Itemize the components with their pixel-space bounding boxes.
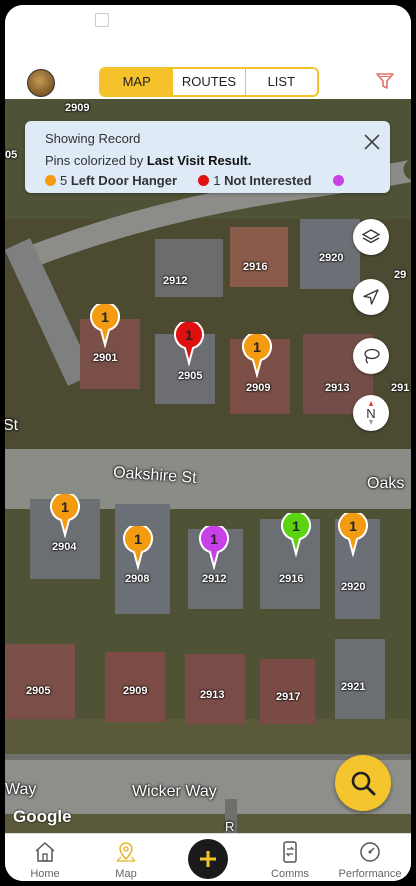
purple-dot-icon [332,175,344,186]
legend-title: Showing Record [45,131,141,146]
house-number: 29 [394,269,407,281]
bottom-nav: Home Map Comms Performance [5,833,411,881]
pin-count: 1 [253,339,261,355]
map-pin[interactable]: 1 [199,523,233,571]
house-number: 2916 [243,261,268,273]
orange-dot-icon [45,175,56,186]
house-number: 2913 [200,689,225,701]
layers-button[interactable] [353,219,389,255]
legend-items: 5 Left Door Hanger 1 Not Interested [45,173,348,188]
lasso-button[interactable] [353,338,389,374]
map-pin[interactable]: 1 [174,319,208,367]
house-number: 2920 [341,581,366,593]
search-icon [351,771,376,796]
add-button[interactable] [188,839,228,879]
map-pin[interactable]: 1 [338,510,372,558]
house-number: 2921 [341,681,366,693]
plus-icon [200,851,216,867]
house-number: 2917 [276,691,301,703]
house-number: 2909 [246,382,271,394]
navigation-arrow-icon [363,289,379,305]
app-screen: MAP ROUTES LIST 2909 05 2912 2916 2920 2… [5,5,411,881]
map-pin[interactable]: 1 [242,331,276,379]
pin-count: 1 [292,518,300,534]
house-number: 2920 [319,252,344,264]
street-label: R [225,819,235,833]
house-number: 2901 [93,352,118,364]
house-number: 2913 [325,382,350,394]
map-pin[interactable]: 1 [50,491,84,539]
app-header: MAP ROUTES LIST [5,35,411,103]
house-number: 05 [5,149,18,161]
red-dot-icon [198,175,210,186]
compass-button[interactable]: N [353,395,389,431]
tab-map[interactable]: MAP [101,69,173,95]
tab-list[interactable]: LIST [244,69,317,95]
lasso-icon [364,348,380,364]
pin-count: 1 [210,531,218,547]
house-number: 2912 [163,275,188,287]
pin-count: 1 [61,499,69,515]
pin-count: 1 [134,531,142,547]
nav-map[interactable]: Map [91,834,161,881]
nav-home[interactable]: Home [10,834,80,881]
street-label: Wicker Way [132,783,217,800]
legend-subtitle: Pins colorized by Last Visit Result. [45,153,252,168]
house-number: 2905 [26,685,51,697]
nav-map-label: Map [115,868,137,880]
gauge-icon [360,842,380,862]
house-number: 2905 [178,370,203,382]
phone-swap-icon [283,841,297,863]
search-button[interactable] [335,755,391,811]
house-number: 2909 [65,102,90,114]
tab-routes[interactable]: ROUTES [172,69,244,95]
house-number: 2904 [52,541,77,553]
pin-count: 1 [185,327,193,343]
street-label: St [5,417,19,434]
map-imagery [5,99,411,833]
house-number: 2909 [123,685,148,697]
map-pin-icon [116,842,136,862]
map-pin[interactable]: 1 [90,301,124,349]
street-label: Oaks [367,475,405,492]
map-pin[interactable]: 1 [281,510,315,558]
nav-comms-label: Comms [271,868,309,880]
pin-count: 1 [349,518,357,534]
house-number: 2912 [202,573,227,585]
nav-comms[interactable]: Comms [255,834,325,881]
locate-button[interactable] [353,279,389,315]
compass-label: N [366,405,376,421]
nav-performance-label: Performance [338,868,402,880]
satellite-map[interactable]: 2909 05 2912 2916 2920 29 2901 2905 2909… [5,99,411,833]
status-indicator-icon [95,13,109,27]
house-number: 291 [391,382,410,394]
view-toggle: MAP ROUTES LIST [99,67,319,97]
map-pin[interactable]: 1 [123,523,157,571]
house-number: 2908 [125,573,150,585]
close-icon[interactable] [363,133,381,151]
avatar[interactable] [27,69,55,97]
status-bar [5,5,411,35]
home-icon [35,841,55,862]
filter-icon[interactable] [375,71,395,91]
street-label: Way [5,781,37,798]
nav-performance[interactable]: Performance [335,834,405,881]
pin-count: 1 [101,309,109,325]
layers-icon [361,229,381,244]
house-number: 2916 [279,573,304,585]
nav-home-label: Home [30,868,60,880]
map-attribution: Google [13,807,72,826]
pin-legend-card: Showing Record Pins colorized by Last Vi… [25,121,390,193]
